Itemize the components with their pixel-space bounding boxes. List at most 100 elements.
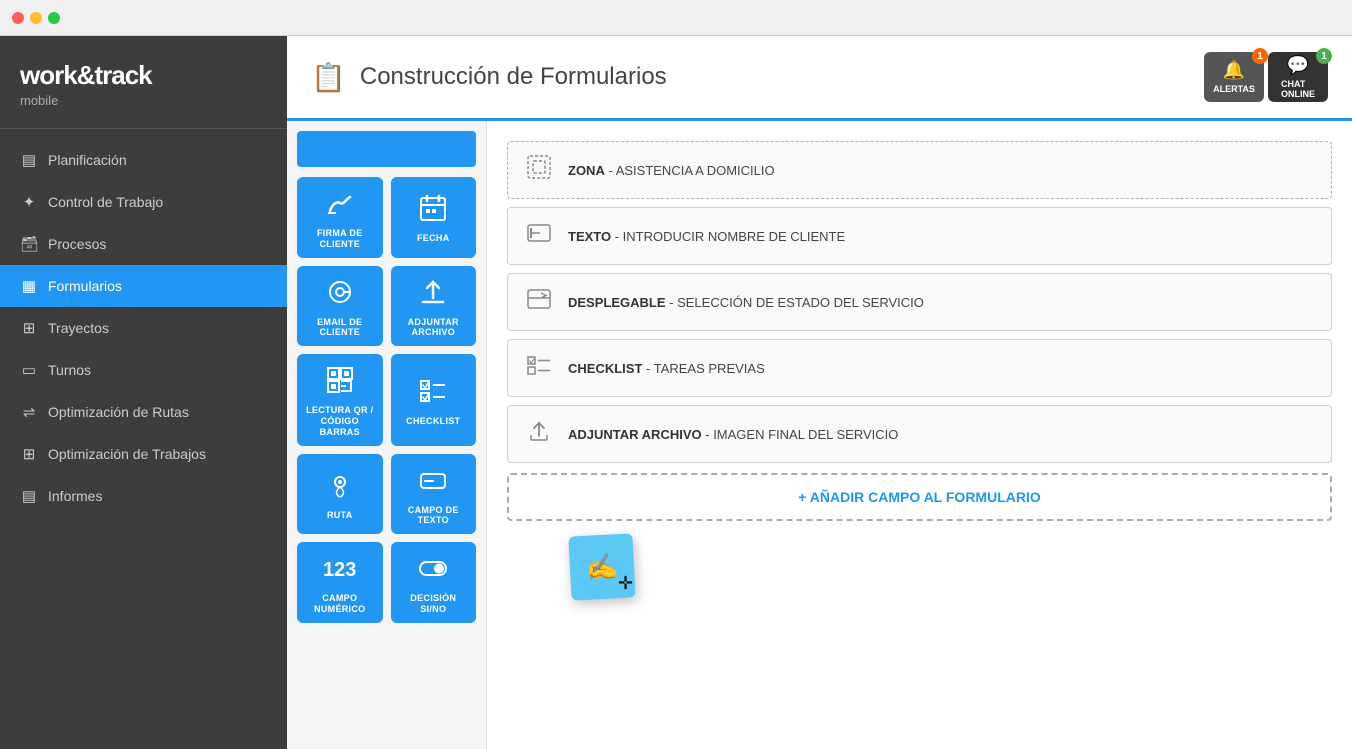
palette-icon-decision	[417, 552, 449, 589]
sidebar-item-procesos[interactable]: 🗃 Procesos	[0, 223, 287, 265]
logo-sub: mobile	[20, 93, 267, 108]
alertas-button[interactable]: 1 🔔 ALERTAS	[1204, 52, 1264, 102]
form-field-checklist[interactable]: CHECKLIST - TAREAS PREVIAS	[507, 339, 1332, 397]
field-text-zona: ZONA - ASISTENCIA A DOMICILIO	[568, 163, 775, 178]
palette-item-adjuntar[interactable]: ADJUNTAR ARCHIVO	[391, 266, 477, 347]
palette-item-campo-numerico[interactable]: 123CAMPO NUMÉRICO	[297, 542, 383, 623]
alertas-badge: 1	[1252, 48, 1268, 64]
sidebar-item-turnos[interactable]: ▭ Turnos	[0, 349, 287, 391]
palette-icon-email	[324, 276, 356, 313]
sidebar-item-control-trabajo[interactable]: ✦ Control de Trabajo	[0, 181, 287, 223]
palette-label-ruta: RUTA	[327, 510, 353, 521]
form-field-adjuntar-archivo[interactable]: ADJUNTAR ARCHIVO - IMAGEN FINAL DEL SERV…	[507, 405, 1332, 463]
nav-label-turnos: Turnos	[48, 362, 91, 378]
sidebar-item-optimizacion-rutas[interactable]: ⇌ Optimización de Rutas	[0, 391, 287, 433]
svg-text:123: 123	[323, 559, 356, 581]
sidebar-item-optimizacion-trabajos[interactable]: ⊞ Optimización de Trabajos	[0, 433, 287, 475]
palette-label-firma: FIRMA DE CLIENTE	[303, 228, 377, 250]
alertas-label: ALERTAS	[1213, 84, 1255, 94]
nav-label-formularios: Formularios	[48, 278, 122, 294]
window-dots	[12, 12, 60, 24]
chat-label: CHATONLINE	[1281, 79, 1315, 99]
palette-item-checklist[interactable]: CHECKLIST	[391, 354, 477, 445]
sidebar-item-formularios[interactable]: ▦ Formularios	[0, 265, 287, 307]
palette-grid: FIRMA DE CLIENTE FECHAEMAIL DE CLIENTEADJ…	[297, 177, 476, 623]
header-actions: 1 🔔 ALERTAS 1 💬 CHATONLINE	[1204, 52, 1328, 102]
field-type-adjuntar-archivo: ADJUNTAR ARCHIVO	[568, 427, 702, 442]
dot-red[interactable]	[12, 12, 24, 24]
window-chrome	[0, 0, 1352, 36]
nav-label-optimizacion-trabajos: Optimización de Trabajos	[48, 446, 206, 462]
main-header: 📋 Construcción de Formularios 1 🔔 ALERTA…	[287, 36, 1352, 121]
field-type-texto: TEXTO	[568, 229, 611, 244]
bell-icon: 🔔	[1223, 60, 1245, 81]
palette-icon-firma	[324, 187, 356, 224]
sidebar-logo: work&track mobile	[0, 36, 287, 129]
field-description-texto: - INTRODUCIR NOMBRE DE CLIENTE	[615, 229, 845, 244]
chat-button[interactable]: 1 💬 CHATONLINE	[1268, 52, 1328, 102]
palette-item-decision[interactable]: DECISIÓN SI/NO	[391, 542, 477, 623]
nav-icon-turnos: ▭	[20, 361, 38, 379]
form-field-zona[interactable]: ZONA - ASISTENCIA A DOMICILIO	[507, 141, 1332, 199]
nav-label-optimizacion-rutas: Optimización de Rutas	[48, 404, 189, 420]
sidebar: work&track mobile ▤ Planificación✦ Contr…	[0, 36, 287, 749]
app-container: work&track mobile ▤ Planificación✦ Contr…	[0, 36, 1352, 749]
nav-label-informes: Informes	[48, 488, 102, 504]
sidebar-item-planificacion[interactable]: ▤ Planificación	[0, 139, 287, 181]
nav-icon-procesos: 🗃	[20, 235, 38, 253]
palette-icon-campo-numerico: 123	[321, 552, 359, 589]
palette-icon-fecha	[417, 192, 449, 229]
nav-icon-optimizacion-trabajos: ⊞	[20, 445, 38, 463]
palette-item-ruta[interactable]: RUTA	[297, 454, 383, 535]
dot-yellow[interactable]	[30, 12, 42, 24]
field-icon-checklist	[524, 352, 554, 384]
add-field-button[interactable]: + AÑADIR CAMPO AL FORMULARIO	[507, 473, 1332, 521]
field-type-zona: ZONA	[568, 163, 605, 178]
chat-badge: 1	[1316, 48, 1332, 64]
chat-icon: 💬	[1287, 55, 1309, 76]
palette-label-decision: DECISIÓN SI/NO	[397, 593, 471, 615]
palette-top-bar	[297, 131, 476, 167]
palette-icon-qr	[324, 364, 356, 401]
palette-label-campo-texto: CAMPO DE TEXTO	[397, 505, 471, 527]
field-text-checklist: CHECKLIST - TAREAS PREVIAS	[568, 361, 765, 376]
sidebar-item-informes[interactable]: ▤ Informes	[0, 475, 287, 517]
field-icon-zona	[524, 154, 554, 186]
forms-icon: 📋	[311, 61, 346, 94]
field-icon-texto	[524, 220, 554, 252]
body-area: FIRMA DE CLIENTEFECHAEMAIL DE CLIENTEADJ…	[287, 121, 1352, 749]
nav-icon-informes: ▤	[20, 487, 38, 505]
header-left: 📋 Construcción de Formularios	[311, 61, 667, 94]
field-description-zona: - ASISTENCIA A DOMICILIO	[608, 163, 774, 178]
nav-icon-optimizacion-rutas: ⇌	[20, 403, 38, 421]
page-title: Construcción de Formularios	[360, 63, 667, 91]
palette-item-email[interactable]: EMAIL DE CLIENTE	[297, 266, 383, 347]
field-icon-adjuntar-archivo	[524, 418, 554, 450]
field-text-texto: TEXTO - INTRODUCIR NOMBRE DE CLIENTE	[568, 229, 845, 244]
field-description-adjuntar-archivo: - IMAGEN FINAL DEL SERVICIO	[705, 427, 898, 442]
nav-icon-trayectos: ⊞	[20, 319, 38, 337]
logo-text: work&track	[20, 60, 267, 91]
field-description-checklist: - TAREAS PREVIAS	[646, 361, 765, 376]
field-icon-desplegable	[524, 286, 554, 318]
field-type-checklist: CHECKLIST	[568, 361, 642, 376]
palette-item-firma[interactable]: FIRMA DE CLIENTE	[297, 177, 383, 258]
palette-icon-campo-texto	[417, 464, 449, 501]
palette-item-campo-texto[interactable]: CAMPO DE TEXTO	[391, 454, 477, 535]
main-content: 📋 Construcción de Formularios 1 🔔 ALERTA…	[287, 36, 1352, 749]
nav-label-trayectos: Trayectos	[48, 320, 109, 336]
palette-icon-ruta	[324, 469, 356, 506]
field-description-desplegable: - SELECCIÓN DE ESTADO DEL SERVICIO	[669, 295, 924, 310]
sidebar-item-trayectos[interactable]: ⊞ Trayectos	[0, 307, 287, 349]
palette-item-fecha[interactable]: FECHA	[391, 177, 477, 258]
palette-label-qr: LECTURA QR / CÓDIGO BARRAS	[303, 405, 377, 437]
sidebar-nav: ▤ Planificación✦ Control de Trabajo🗃 Pro…	[0, 139, 287, 749]
form-field-texto[interactable]: TEXTO - INTRODUCIR NOMBRE DE CLIENTE	[507, 207, 1332, 265]
field-text-desplegable: DESPLEGABLE - SELECCIÓN DE ESTADO DEL SE…	[568, 295, 924, 310]
dot-green[interactable]	[48, 12, 60, 24]
palette-item-qr[interactable]: LECTURA QR / CÓDIGO BARRAS	[297, 354, 383, 445]
palette-label-checklist: CHECKLIST	[406, 416, 460, 427]
form-builder: ZONA - ASISTENCIA A DOMICILIO TEXTO - IN…	[487, 121, 1352, 749]
form-field-desplegable[interactable]: DESPLEGABLE - SELECCIÓN DE ESTADO DEL SE…	[507, 273, 1332, 331]
nav-label-planificacion: Planificación	[48, 152, 127, 168]
